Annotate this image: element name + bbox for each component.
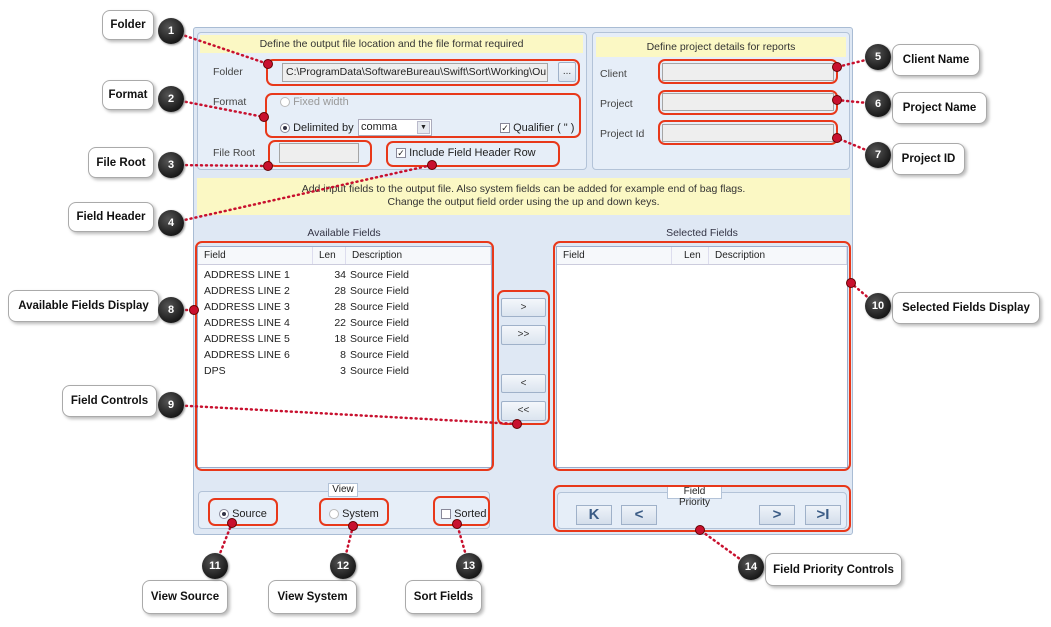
callout-label: Sort Fields [405,580,482,614]
callout-label: Project Name [892,92,987,124]
callout-label: View System [268,580,357,614]
callout-anchor-dot [227,518,237,528]
callout-label: Selected Fields Display [892,292,1040,324]
callout-label: Folder [102,10,154,40]
callout-number: 3 [158,152,184,178]
callout-anchor-dot [512,419,522,429]
callout-line [169,97,266,119]
callout-label: File Root [88,147,154,178]
callout-label: Field Controls [62,385,157,417]
callout-label: Field Priority Controls [765,553,902,586]
callout-line [169,29,270,66]
callout-anchor-dot [427,160,437,170]
callout-label: View Source [142,580,228,614]
callout-number: 11 [202,553,228,579]
callout-number: 4 [158,210,184,236]
callout-line [169,163,434,225]
callout-anchor-dot [259,112,269,122]
callout-anchor-dot [695,525,705,535]
callout-anchor-dot [348,521,358,531]
callout-label: Client Name [892,44,980,76]
callout-label: Format [102,80,154,110]
callout-line [169,403,519,426]
callout-number: 13 [456,553,482,579]
callout-number: 7 [865,142,891,168]
callout-label: Project ID [892,143,965,175]
callout-anchor-dot [189,305,199,315]
callout-anchor-dot [846,278,856,288]
callout-number: 6 [865,91,891,117]
callout-number: 14 [738,554,764,580]
callout-number: 2 [158,86,184,112]
callout-anchor-dot [263,161,273,171]
callout-line [169,163,270,168]
callout-anchor-dot [452,519,462,529]
callout-anchor-dot [832,62,842,72]
callout-label: Field Header [68,202,154,232]
callout-anchor-dot [832,95,842,105]
callout-number: 9 [158,392,184,418]
callout-number: 1 [158,18,184,44]
callout-anchor-dot [832,133,842,143]
callout-number: 10 [865,293,891,319]
callout-number: 5 [865,44,891,70]
callout-number: 12 [330,553,356,579]
callout-number: 8 [158,297,184,323]
callout-label: Available Fields Display [8,290,159,322]
callout-anchor-dot [263,59,273,69]
